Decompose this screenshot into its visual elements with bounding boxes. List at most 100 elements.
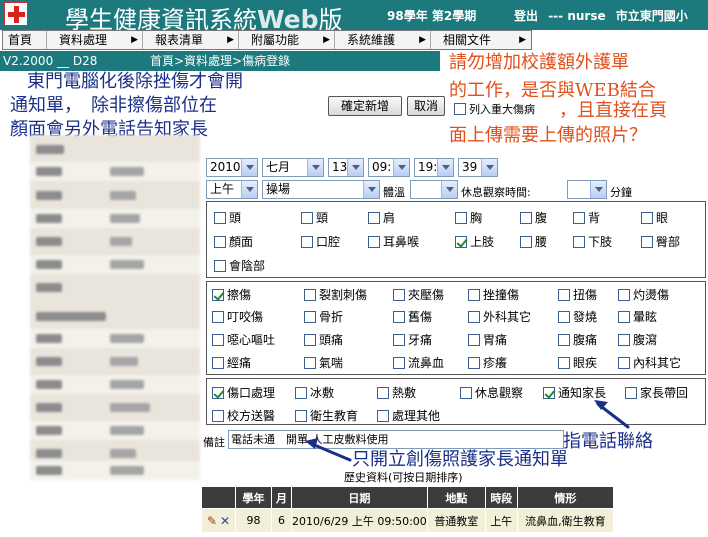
symptom-checkbox[interactable]: 夾壓傷 (393, 286, 444, 303)
checkbox[interactable] (393, 333, 405, 346)
checkbox[interactable] (520, 235, 532, 248)
checkbox[interactable] (558, 356, 570, 369)
checkbox[interactable] (468, 310, 480, 323)
second-select[interactable]: 39 (458, 158, 498, 177)
treatment-checkbox[interactable]: 校方送醫 (212, 407, 275, 424)
checkbox[interactable] (301, 211, 313, 224)
checkbox-checked[interactable] (455, 235, 467, 248)
cancel-button[interactable]: 取消 (407, 96, 445, 116)
symptom-checkbox[interactable]: 舊傷 (393, 308, 432, 325)
checkbox[interactable] (618, 333, 630, 346)
checkbox[interactable] (214, 259, 226, 272)
symptom-checkbox[interactable]: 牙痛 (393, 331, 432, 348)
col-place[interactable]: 地點 (426, 486, 486, 509)
symptom-checkbox[interactable]: 挫撞傷 (468, 286, 519, 303)
part-checkbox-ent[interactable]: 耳鼻喉 (368, 233, 419, 250)
symptom-checkbox[interactable]: 內科其它 (618, 354, 681, 371)
symptom-checkbox[interactable]: 腹瀉 (618, 331, 657, 348)
checkbox[interactable] (304, 356, 316, 369)
checkbox[interactable] (368, 235, 380, 248)
checkbox[interactable] (214, 235, 226, 248)
checkbox[interactable] (393, 288, 405, 301)
checkbox[interactable] (618, 288, 630, 301)
month-select[interactable]: 七月 (262, 158, 324, 177)
symptom-checkbox[interactable]: 外科其它 (468, 308, 531, 325)
menu-documents[interactable]: 相關文件 ▶ (431, 31, 530, 49)
symptom-checkbox[interactable]: 骨折 (304, 308, 343, 325)
symptom-checkbox[interactable]: 噁心嘔吐 (212, 331, 275, 348)
delete-x-icon[interactable]: ✕ (220, 514, 230, 528)
checkbox[interactable] (301, 235, 313, 248)
treatment-checkbox[interactable]: 通知家長 (543, 384, 606, 401)
checkbox[interactable] (377, 386, 389, 399)
checkbox-checked[interactable] (212, 288, 224, 301)
checkbox[interactable] (212, 333, 224, 346)
checkbox[interactable] (558, 310, 570, 323)
symptom-checkbox[interactable]: 扭傷 (558, 286, 597, 303)
logout-link[interactable]: 登出 (514, 9, 538, 23)
checkbox[interactable] (393, 310, 405, 323)
part-checkbox-chest[interactable]: 胸 (455, 209, 482, 226)
checkbox[interactable] (618, 356, 630, 369)
day-select[interactable]: 13 (328, 158, 364, 177)
ampm-select[interactable]: 上午 (206, 180, 258, 199)
minute-select[interactable]: 19: (414, 158, 454, 177)
checkbox[interactable] (454, 103, 466, 115)
symptom-checkbox[interactable]: 胃痛 (468, 331, 507, 348)
checkbox[interactable] (368, 211, 380, 224)
checkbox[interactable] (520, 211, 532, 224)
checkbox[interactable] (304, 310, 316, 323)
memo-input[interactable]: 電話未通 開單 人工皮敷料使用 (228, 430, 564, 449)
treatment-checkbox[interactable]: 傷口處理 (212, 384, 275, 401)
symptom-checkbox[interactable]: 腹痛 (558, 331, 597, 348)
symptom-checkbox[interactable]: 眼疾 (558, 354, 597, 371)
checkbox[interactable] (558, 333, 570, 346)
symptom-checkbox[interactable]: 氣喘 (304, 354, 343, 371)
menu-home[interactable]: 首頁 (3, 31, 47, 49)
checkbox[interactable] (460, 386, 472, 399)
treatment-checkbox[interactable]: 處理其他 (377, 407, 440, 424)
symptom-checkbox[interactable]: 暈眩 (618, 308, 657, 325)
part-checkbox-shoulder[interactable]: 肩 (368, 209, 395, 226)
rest-time-select[interactable] (567, 180, 607, 199)
checkbox[interactable] (625, 386, 637, 399)
col-period[interactable]: 時段 (484, 486, 518, 509)
checkbox[interactable] (558, 288, 570, 301)
checkbox[interactable] (295, 409, 307, 422)
major-illness-checkbox[interactable]: 列入重大傷病 (454, 101, 535, 117)
symptom-checkbox[interactable]: 灼燙傷 (618, 286, 669, 303)
col-status[interactable]: 情形 (516, 486, 615, 509)
checkbox[interactable] (455, 211, 467, 224)
part-checkbox-perineum[interactable]: 會陰部 (214, 257, 265, 274)
place-select[interactable]: 操場 (262, 180, 380, 199)
checkbox[interactable] (212, 356, 224, 369)
checkbox[interactable] (304, 333, 316, 346)
col-school-year[interactable]: 學年 (235, 486, 272, 509)
symptom-checkbox[interactable]: 叮咬傷 (212, 308, 263, 325)
symptom-checkbox[interactable]: 流鼻血 (393, 354, 444, 371)
body-temp-select[interactable] (410, 180, 458, 199)
confirm-add-button[interactable]: 確定新增 (328, 96, 402, 116)
hour-select[interactable]: 09: (368, 158, 410, 177)
edit-pencil-icon[interactable]: ✎ (207, 514, 217, 528)
part-checkbox-face[interactable]: 顏面 (214, 233, 253, 250)
checkbox[interactable] (468, 356, 480, 369)
checkbox[interactable] (573, 211, 585, 224)
treatment-checkbox[interactable]: 家長帶回 (625, 384, 688, 401)
part-checkbox-back[interactable]: 背 (573, 209, 600, 226)
symptom-checkbox[interactable]: 疹癢 (468, 354, 507, 371)
year-select[interactable]: 2010 (206, 158, 258, 177)
part-checkbox-hip[interactable]: 臀部 (641, 233, 680, 250)
checkbox[interactable] (377, 409, 389, 422)
checkbox[interactable] (641, 211, 653, 224)
part-checkbox-upper-limb[interactable]: 上肢 (455, 233, 494, 250)
checkbox[interactable] (618, 310, 630, 323)
checkbox[interactable] (573, 235, 585, 248)
part-checkbox-neck[interactable]: 頸 (301, 209, 328, 226)
symptom-checkbox[interactable]: 發燒 (558, 308, 597, 325)
part-checkbox-mouth[interactable]: 口腔 (301, 233, 340, 250)
symptom-checkbox[interactable]: 經痛 (212, 354, 251, 371)
symptom-checkbox[interactable]: 擦傷 (212, 286, 251, 303)
menu-reports[interactable]: 報表清單 ▶ (143, 31, 239, 49)
symptom-checkbox[interactable]: 裂割刺傷 (304, 286, 367, 303)
